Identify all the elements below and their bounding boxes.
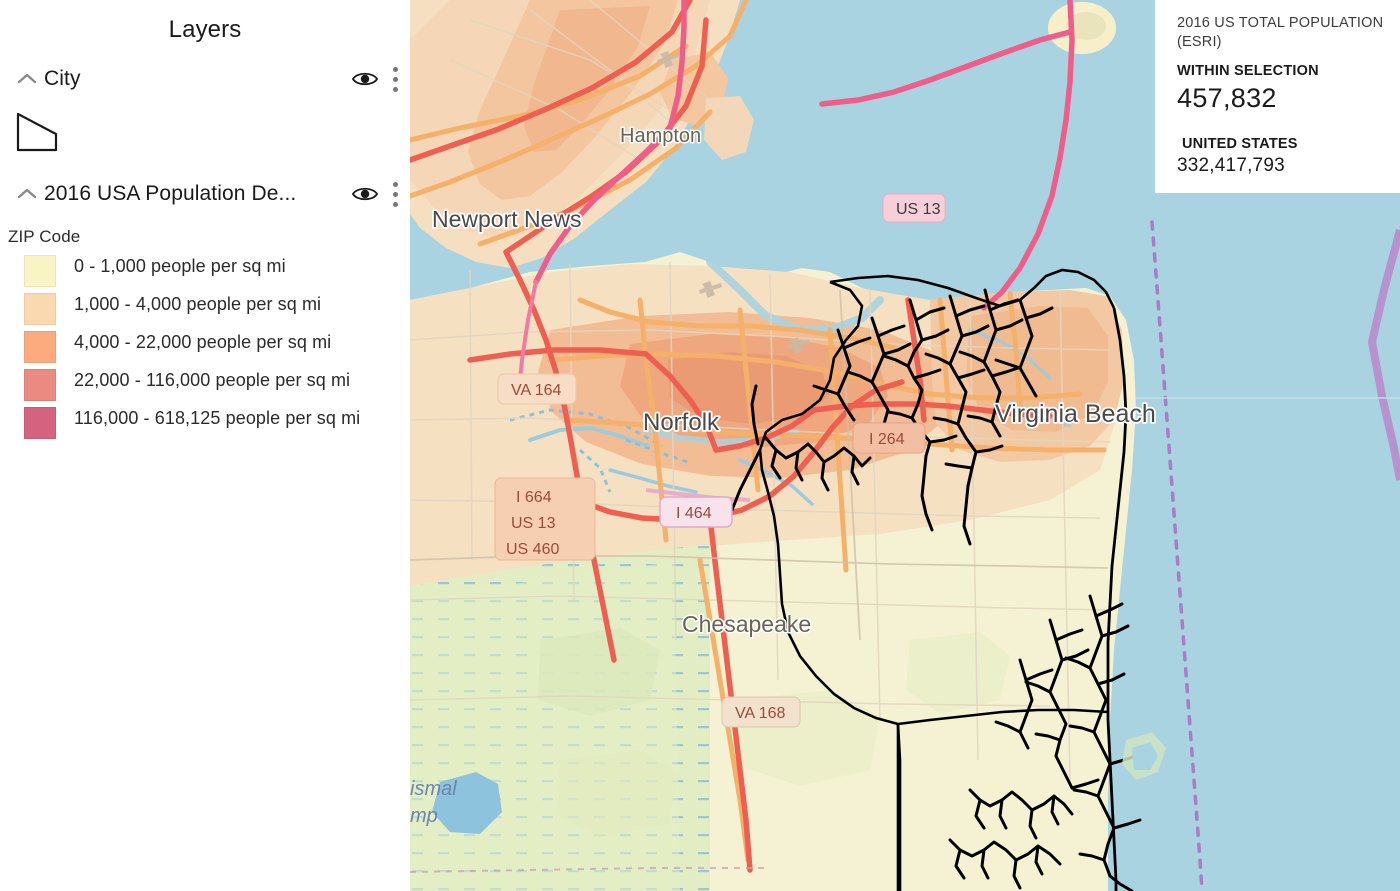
legend-swatch [24,255,56,287]
svg-text:I 664: I 664 [516,489,552,506]
map-label-norfolk: Norfolk [643,409,720,436]
legend-label: 0 - 1,000 people per sq mi [74,256,286,276]
layer-item-city[interactable]: City [0,62,410,96]
legend-heading: ZIP Code [8,227,81,246]
svg-text:VA 168: VA 168 [735,705,786,722]
svg-text:I 264: I 264 [869,431,905,448]
legend-item: 4,000 - 22,000 people per sq mi [0,329,410,363]
eye-icon[interactable] [350,184,380,204]
legend-swatch [24,407,56,439]
map-label-hampton: Hampton [620,125,701,147]
svg-text:I 464: I 464 [676,505,712,522]
map-shield-i464: I 464 [659,496,733,528]
layers-panel-title: Layers [168,16,242,43]
legend-swatch [24,331,56,363]
legend-swatch [24,369,56,401]
kebab-menu-icon[interactable] [380,64,410,94]
info-panel-selection-label: WITHIN SELECTION [1177,62,1319,79]
svg-text:US 13: US 13 [511,515,556,532]
legend-label: 4,000 - 22,000 people per sq mi [74,332,332,352]
legend-label: 22,000 - 116,000 people per sq mi [74,370,351,390]
legend-item: 1,000 - 4,000 people per sq mi [0,291,410,325]
layers-sidebar: Layers City 2016 USA Population De... ZI… [0,0,410,891]
eye-icon[interactable] [350,69,380,89]
svg-text:VA 164: VA 164 [511,382,562,399]
map-island-chesapeake-bay-bridge [1048,2,1116,54]
svg-text:US 460: US 460 [506,541,559,558]
map-label-newport-news: Newport News [432,206,582,232]
info-panel-national-label: UNITED STATES [1182,135,1298,152]
map-label-swamp: mp [410,805,438,827]
info-panel-national-value: 332,417,793 [1177,154,1285,176]
legend-item: 0 - 1,000 people per sq mi [0,253,410,287]
map-label-dismal: ismal [410,778,457,800]
legend-label: 116,000 - 618,125 people per sq mi [74,408,361,428]
legend-swatch [24,293,56,325]
polygon-outline-symbol [14,110,410,159]
chevron-up-icon[interactable] [14,181,40,207]
legend-item: 116,000 - 618,125 people per sq mi [0,405,410,439]
map-label-virginia-beach: Virginia Beach [995,400,1156,428]
map-application: Hampton Newport News Norfolk Virginia Be… [0,0,1400,891]
map-shield-us13: US 13 [882,193,946,223]
map-shield-va164: VA 164 [497,373,577,405]
chevron-up-icon[interactable] [14,66,40,92]
info-panel-selection-value: 457,832 [1177,82,1277,113]
map-shield-i264: I 264 [852,422,926,454]
info-panel-title: 2016 US TOTAL POPULATION (ESRI) [1177,15,1384,50]
layer-name-population-density: 2016 USA Population De... [44,182,297,205]
legend-label: 1,000 - 4,000 people per sq mi [74,294,322,314]
population-info-panel: 2016 US TOTAL POPULATION (ESRI) WITHIN S… [1155,0,1400,193]
map-label-chesapeake: Chesapeake [682,611,811,637]
map-shield-i664-us13-us460: I 664 US 13 US 460 [494,477,596,561]
layer-name-city: City [44,67,81,90]
layer-item-population-density[interactable]: 2016 USA Population De... [0,177,410,211]
svg-text:US 13: US 13 [896,201,941,218]
kebab-menu-icon[interactable] [380,179,410,209]
map-shield-va168: VA 168 [721,696,801,728]
legend-item: 22,000 - 116,000 people per sq mi [0,367,410,401]
